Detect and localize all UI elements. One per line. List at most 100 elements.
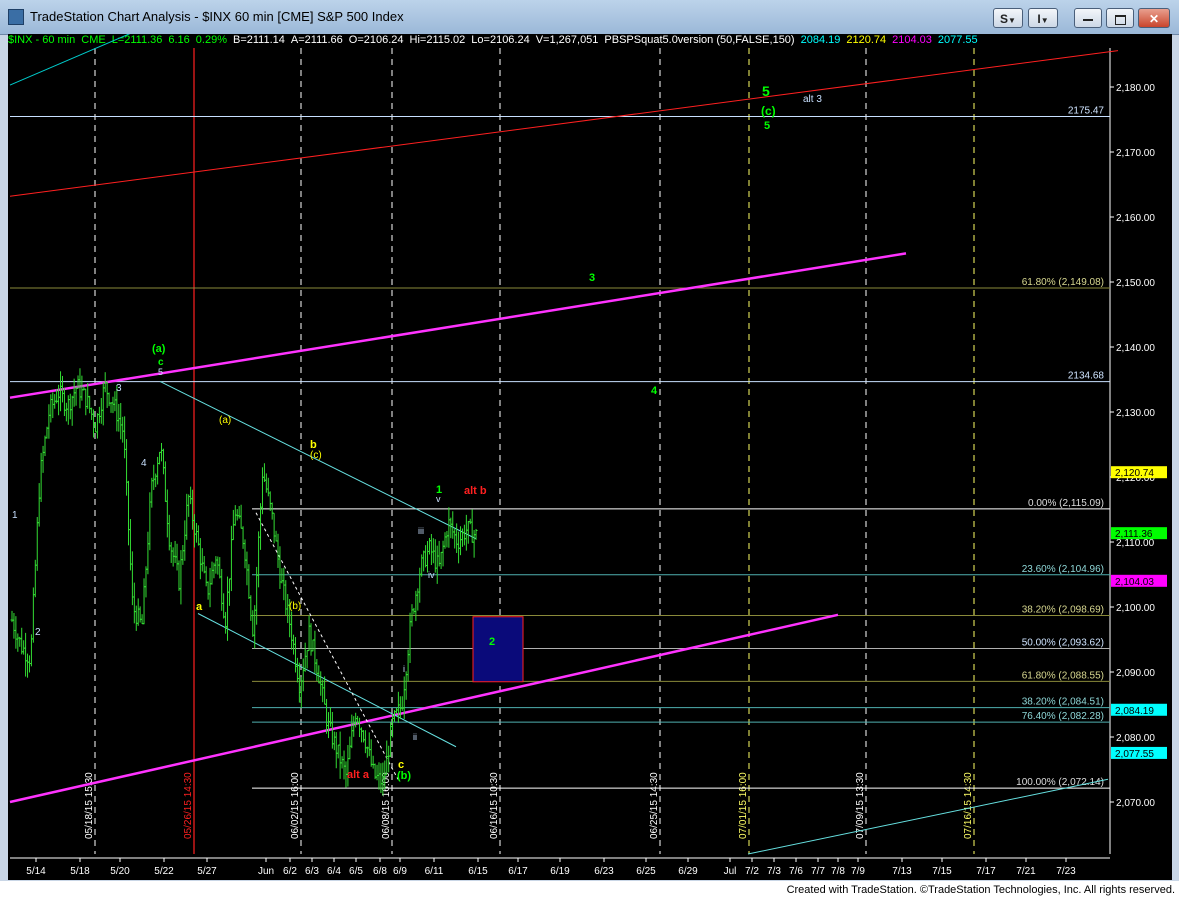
x-tick-label: 6/23 (594, 866, 614, 877)
x-tick-label: 6/3 (305, 866, 319, 877)
x-tick-label: 6/17 (508, 866, 528, 877)
minimize-button[interactable] (1074, 8, 1102, 28)
x-tick-label: 5/22 (154, 866, 174, 877)
wave-label: iv (428, 570, 435, 580)
x-tick-label: 6/11 (425, 866, 444, 877)
wave-label: 3 (116, 383, 122, 394)
wave-label: 2 (35, 627, 41, 638)
y-tick-label: 2,150.00 (1116, 278, 1155, 289)
restore-icon (1114, 14, 1126, 25)
chevron-down-icon: ▼ (1008, 16, 1016, 25)
x-tick-label: 6/29 (678, 866, 698, 877)
level-label: 2175.47 (1068, 105, 1105, 116)
x-tick-label: 7/2 (745, 866, 759, 877)
y-tick-label: 2,080.00 (1116, 733, 1155, 744)
s-button-label: S (1000, 12, 1009, 26)
price-chart[interactable]: 05/18/15 15:30 05/26/15 14:30 06/02/15 16:… (8, 34, 1172, 880)
credit-footer: Created with TradeStation. ©TradeStation… (0, 881, 1179, 900)
wave-label: (c) (310, 450, 322, 461)
level-label: 2134.68 (1068, 371, 1105, 382)
magenta-upper-channel (9, 252, 907, 399)
level-label: 61.80% (2,088.55) (1022, 670, 1104, 681)
last-price-label: 2,111.36 (1115, 529, 1153, 540)
wave-label: (b) (289, 601, 301, 612)
y-tick-label: 2,140.00 (1116, 343, 1155, 354)
wave-label: alt b (464, 485, 487, 497)
x-tick-label: 6/5 (349, 866, 363, 877)
last-price-label: 2,077.55 (1115, 749, 1154, 760)
price-bars (10, 368, 478, 796)
session-label: 06/16/15 10:30 (489, 772, 500, 839)
i-dropdown-button[interactable]: I▼ (1028, 8, 1058, 28)
level-label: 50.00% (2,093.62) (1022, 637, 1104, 648)
wave-label: 1 (12, 510, 18, 521)
session-label: 07/16/15 14:30 (963, 772, 974, 839)
wave-label: 2 (489, 636, 495, 648)
x-tick-label: 7/7 (811, 866, 825, 877)
x-tick-label: 7/13 (892, 866, 912, 877)
level-label: 38.20% (2,098.69) (1022, 605, 1104, 616)
wave-label: 5 (762, 83, 770, 99)
cyan-trendline-top (9, 34, 131, 86)
wave-label: (c) (761, 104, 776, 118)
close-button[interactable]: ✕ (1138, 8, 1170, 28)
session-label: 06/02/15 16:00 (290, 772, 301, 839)
x-tick-label: 6/25 (636, 866, 656, 877)
window-title: TradeStation Chart Analysis - $INX 60 mi… (30, 9, 404, 24)
x-tick-label: 6/2 (283, 866, 297, 877)
x-tick-label: 6/15 (468, 866, 488, 877)
y-tick-label: 2,130.00 (1116, 408, 1155, 419)
wave-label: iii (418, 526, 424, 536)
chevron-down-icon: ▼ (1040, 16, 1049, 25)
x-tick-label: 7/3 (767, 866, 781, 877)
x-tick-label: 6/9 (393, 866, 407, 877)
y-tick-label: 2,100.00 (1116, 603, 1155, 614)
session-label: 05/26/15 14:30 (183, 772, 194, 839)
x-tick-label: Jun (258, 866, 274, 877)
s-dropdown-button[interactable]: S▼ (993, 8, 1023, 28)
x-tick-label: Jul (724, 866, 737, 877)
y-tick-label: 2,180.00 (1116, 83, 1155, 94)
wave-label: 4 (651, 385, 658, 397)
wave-label: alt a (347, 769, 370, 781)
x-tick-label: 5/20 (110, 866, 130, 877)
chart-area[interactable]: $INX - 60 min CME L=2111.36 6.16 0.29% B=2111… (8, 34, 1172, 880)
x-tick-label: 7/6 (789, 866, 803, 877)
tradestation-app-icon (8, 9, 24, 25)
credit-text: Created with TradeStation. ©TradeStation… (786, 884, 1175, 896)
session-label: 06/25/15 14:30 (649, 772, 660, 839)
session-label: 07/01/15 16:00 (738, 772, 749, 839)
wave-label: alt 3 (803, 94, 822, 105)
x-tick-label: 6/4 (327, 866, 341, 877)
cyan-bottom-trendline (747, 778, 1109, 855)
minimize-icon (1083, 18, 1093, 21)
x-tick-label: 7/17 (976, 866, 996, 877)
wave-label: v (436, 494, 441, 504)
magenta-lower-channel (9, 613, 839, 804)
last-price-label: 2,084.19 (1115, 706, 1154, 717)
level-label: 76.40% (2,082.28) (1022, 711, 1104, 722)
level-label: 0.00% (2,115.09) (1028, 498, 1104, 509)
wave-label: 5 (764, 120, 770, 132)
app-window: TradeStation Chart Analysis - $INX 60 mi… (0, 0, 1179, 900)
wave-label: 5 (158, 367, 163, 377)
level-label: 38.20% (2,084.51) (1022, 697, 1104, 708)
x-tick-label: 7/23 (1056, 866, 1076, 877)
y-tick-label: 2,160.00 (1116, 213, 1155, 224)
y-tick-label: 2,070.00 (1116, 798, 1155, 809)
close-icon: ✕ (1148, 12, 1160, 26)
level-label: 23.60% (2,104.96) (1022, 564, 1104, 575)
restore-button[interactable] (1106, 8, 1134, 28)
wave-label: (a) (219, 415, 231, 426)
x-tick-label: 5/27 (197, 866, 217, 877)
wave-2-target-box (472, 616, 524, 683)
wave-label: ii (413, 732, 417, 742)
x-tick-label: 5/18 (70, 866, 90, 877)
last-price-label: 2,104.03 (1115, 577, 1154, 588)
x-tick-label: 7/8 (831, 866, 845, 877)
x-tick-label: 7/9 (851, 866, 865, 877)
title-bar[interactable]: TradeStation Chart Analysis - $INX 60 mi… (0, 0, 1179, 35)
y-tick-label: 2,170.00 (1116, 148, 1155, 159)
red-channel-line (9, 50, 1119, 197)
wave-label: i (403, 664, 405, 674)
